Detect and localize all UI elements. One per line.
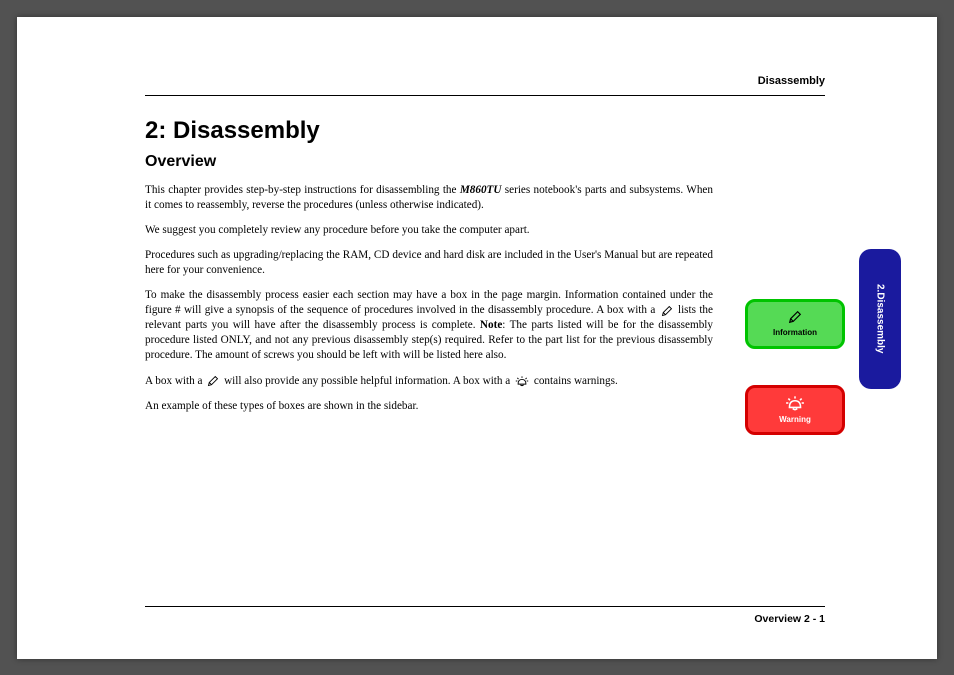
p5-part-c: contains warnings. [531,375,618,387]
header-chapter-name: Disassembly [758,75,825,87]
alarm-icon [515,375,529,387]
paragraph-2: We suggest you completely review any pro… [145,223,713,238]
document-page: Disassembly 2: Disassembly Overview This… [17,17,937,659]
p1-model: M860TU [460,184,502,196]
header-rule [145,95,825,96]
pencil-icon [661,305,673,317]
paragraph-5: A box with a will also provide any possi… [145,374,713,389]
chapter-side-tab: 2.Disassembly [859,249,901,389]
p1-part-a: This chapter provides step-by-step instr… [145,184,460,196]
warning-callout-box: Warning [745,385,845,435]
paragraph-3: Procedures such as upgrading/replacing t… [145,248,713,278]
p4-part-a: To make the disassembly process easier e… [145,289,713,316]
paragraph-4: To make the disassembly process easier e… [145,288,713,364]
p4-note: Note [480,319,502,331]
footer-page-ref: Overview 2 - 1 [754,613,825,625]
chapter-title: 2: Disassembly [145,117,897,145]
footer-rule [145,606,825,607]
pencil-icon [787,310,803,324]
paragraph-6: An example of these types of boxes are s… [145,399,713,414]
info-callout-box: Information [745,299,845,349]
pencil-icon [207,375,219,387]
p5-part-b: will also provide any possible helpful i… [221,375,513,387]
paragraph-1: This chapter provides step-by-step instr… [145,183,713,213]
warning-callout-label: Warning [779,415,811,424]
side-tab-label: 2.Disassembly [875,284,886,354]
body-text: This chapter provides step-by-step instr… [145,183,713,414]
info-callout-label: Information [773,328,817,337]
alarm-icon [785,395,805,411]
section-title: Overview [145,153,897,171]
p5-part-a: A box with a [145,375,205,387]
